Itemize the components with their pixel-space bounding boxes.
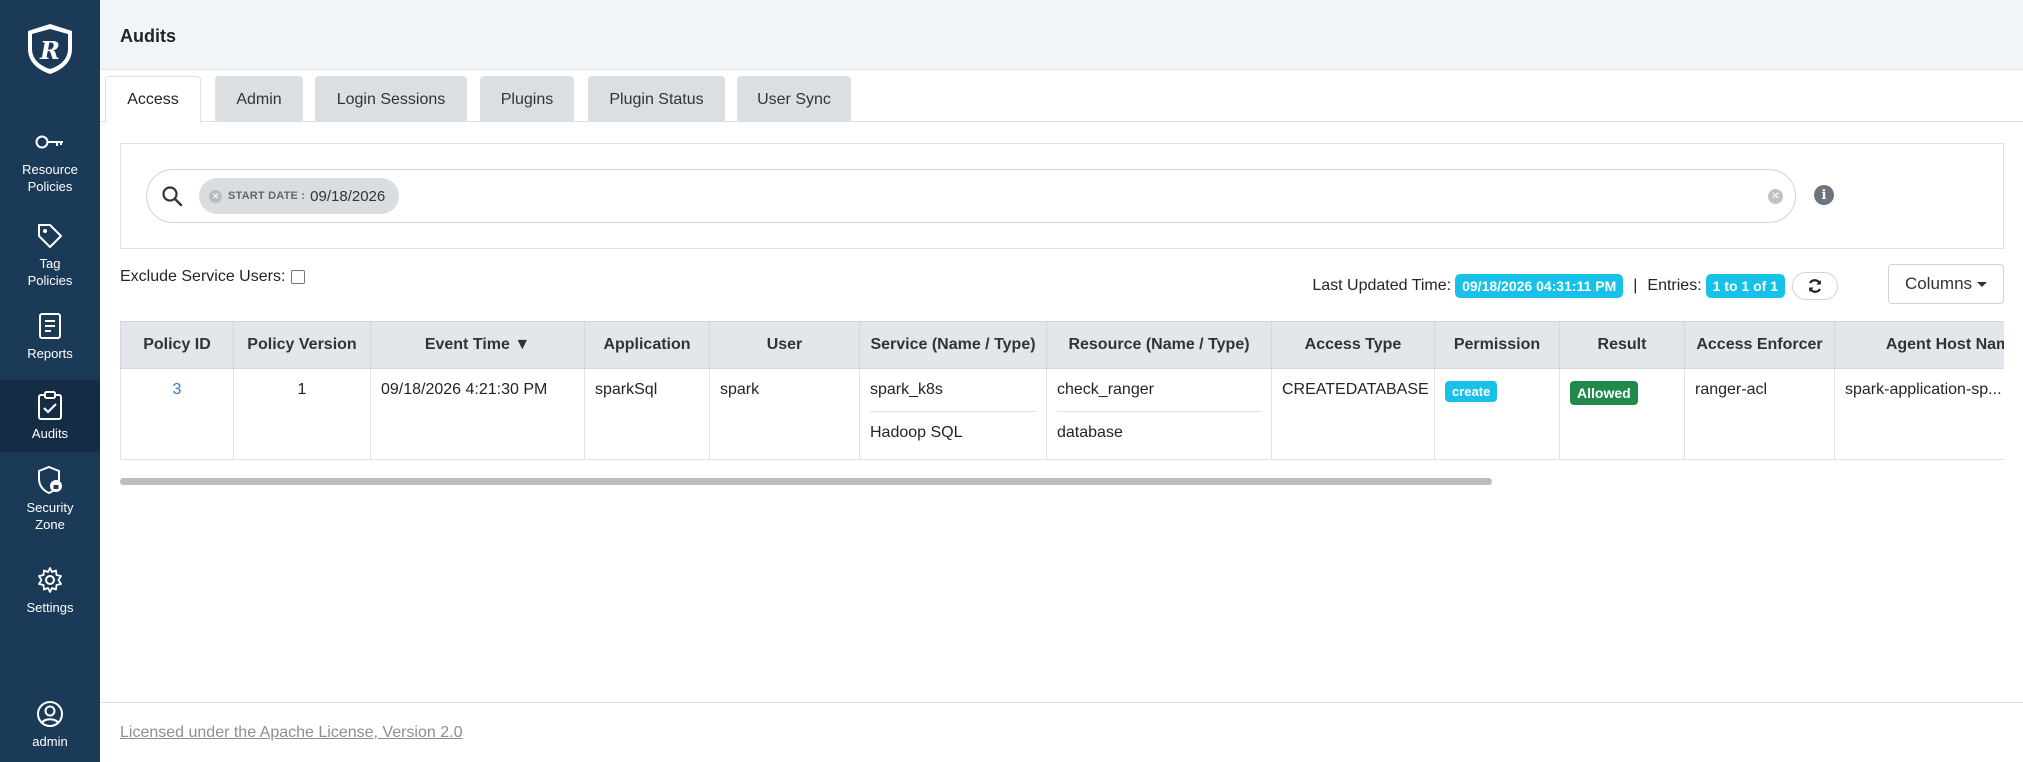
chip-key: START DATE :: [228, 190, 306, 202]
refresh-icon: [1808, 279, 1822, 293]
permission-badge: create: [1445, 381, 1498, 402]
column-header[interactable]: Access Enforcer: [1684, 321, 1835, 369]
tab-user-sync[interactable]: User Sync: [737, 76, 851, 122]
user-menu[interactable]: admin: [0, 698, 100, 750]
chip-value: 09/18/2026: [310, 187, 386, 205]
exclude-service-users: Exclude Service Users:: [120, 268, 306, 286]
sidebar-item-label: Tag Policies: [27, 256, 73, 288]
status-row: Last Updated Time: 09/18/2026 04:31:11 P…: [1312, 272, 1838, 300]
policy-version-cell: 1: [233, 368, 371, 460]
table-row[interactable]: 3 1 09/18/2026 4:21:30 PM sparkSql spark…: [120, 368, 2004, 460]
column-header[interactable]: Agent Host Name: [1834, 321, 2004, 369]
sidebar-item-tag-policies[interactable]: Tag Policies: [0, 220, 100, 289]
exclude-service-users-label: Exclude Service Users:: [120, 268, 286, 285]
gear-icon: [34, 564, 66, 596]
horizontal-scrollbar[interactable]: [120, 478, 1492, 485]
entries-badge: 1 to 1 of 1: [1705, 274, 1785, 298]
column-header[interactable]: Permission: [1434, 321, 1560, 369]
service-name: spark_k8s: [870, 381, 1036, 412]
columns-label: Columns: [1904, 274, 1973, 293]
agent-host-cell: spark-application-sp...: [1834, 368, 2004, 460]
tab-access[interactable]: Access: [105, 76, 201, 123]
column-header[interactable]: Access Type: [1271, 321, 1435, 369]
key-icon: [34, 126, 66, 158]
search-input[interactable]: ✕ START DATE : 09/18/2026 ✕: [146, 169, 1796, 223]
sidebar-item-settings[interactable]: Settings: [0, 564, 100, 616]
user-cell: spark: [709, 368, 860, 460]
filter-chip-start-date[interactable]: ✕ START DATE : 09/18/2026: [199, 178, 400, 214]
tab-plugin-status[interactable]: Plugin Status: [588, 76, 725, 122]
clear-search-icon[interactable]: ✕: [1768, 189, 1783, 204]
audit-table: Policy ID Policy Version Event Time ▼ Ap…: [120, 321, 2004, 461]
application-cell: sparkSql: [584, 368, 710, 460]
chevron-down-icon: [1977, 281, 1988, 287]
user-circle-icon: [34, 698, 66, 730]
column-header-sorted[interactable]: Event Time ▼: [370, 321, 585, 369]
column-header[interactable]: Application: [584, 321, 710, 369]
service-cell: spark_k8s Hadoop SQL: [859, 368, 1047, 460]
user-label: admin: [32, 734, 68, 749]
svg-text:R: R: [39, 36, 60, 65]
page-title: Audits: [120, 26, 176, 46]
sidebar-item-label: Settings: [26, 600, 74, 615]
info-icon[interactable]: i: [1814, 185, 1834, 205]
entries-label: Entries:: [1647, 277, 1702, 294]
resource-name: check_ranger: [1057, 381, 1261, 412]
refresh-button[interactable]: [1792, 272, 1838, 300]
access-type-cell: CREATEDATABASE: [1271, 368, 1435, 460]
access-enforcer-cell: ranger-acl: [1684, 368, 1835, 460]
column-header[interactable]: Service (Name / Type): [859, 321, 1047, 369]
sidebar-item-reports[interactable]: Reports: [0, 310, 100, 362]
top-header: Audits: [100, 0, 2023, 70]
status-separator: |: [1633, 277, 1638, 294]
table-header-row: Policy ID Policy Version Event Time ▼ Ap…: [120, 321, 2004, 369]
sidebar-item-label: Reports: [27, 346, 73, 361]
result-cell: Allowed: [1559, 368, 1685, 460]
sidebar-item-label: Resource Policies: [22, 162, 78, 194]
column-header[interactable]: Result: [1559, 321, 1685, 369]
column-header[interactable]: Resource (Name / Type): [1046, 321, 1272, 369]
report-icon: [34, 310, 66, 342]
search-icon: [161, 185, 183, 207]
result-badge: Allowed: [1570, 381, 1638, 405]
policy-id-link[interactable]: 3: [120, 368, 234, 460]
columns-dropdown-button[interactable]: Columns: [1888, 264, 2004, 304]
sidebar-item-label: Audits: [31, 426, 69, 441]
sidebar-item-audits[interactable]: Audits: [0, 380, 100, 452]
clipboard-check-icon: [34, 390, 66, 422]
sidebar: R Resource Policies Tag Policies Reports…: [0, 0, 100, 762]
tab-admin[interactable]: Admin: [215, 76, 303, 122]
sidebar-item-security-zone[interactable]: Security Zone: [0, 464, 100, 533]
ranger-logo-icon[interactable]: R: [24, 22, 76, 76]
resource-type: database: [1057, 424, 1123, 441]
sidebar-item-label: Security Zone: [26, 500, 74, 532]
permission-cell: create: [1434, 368, 1560, 460]
shield-lock-icon: [34, 464, 66, 496]
footer-divider: [100, 702, 2023, 703]
exclude-service-users-checkbox[interactable]: [291, 270, 306, 284]
tab-login-sessions[interactable]: Login Sessions: [315, 76, 467, 122]
column-header[interactable]: Policy Version: [233, 321, 371, 369]
column-header[interactable]: Policy ID: [120, 321, 234, 369]
last-updated-badge: 09/18/2026 04:31:11 PM: [1455, 274, 1624, 298]
sidebar-item-resource-policies[interactable]: Resource Policies: [0, 126, 100, 195]
chip-remove-icon[interactable]: ✕: [209, 189, 222, 203]
search-panel: ✕ START DATE : 09/18/2026 ✕ i: [120, 143, 2004, 249]
column-header[interactable]: User: [709, 321, 860, 369]
resource-cell: check_ranger database: [1046, 368, 1272, 460]
event-time-cell: 09/18/2026 4:21:30 PM: [370, 368, 585, 460]
tab-plugins[interactable]: Plugins: [480, 76, 574, 122]
last-updated-label: Last Updated Time:: [1312, 277, 1452, 294]
tag-icon: [34, 220, 66, 252]
license-link[interactable]: Licensed under the Apache License, Versi…: [120, 724, 462, 742]
service-type: Hadoop SQL: [870, 424, 963, 441]
